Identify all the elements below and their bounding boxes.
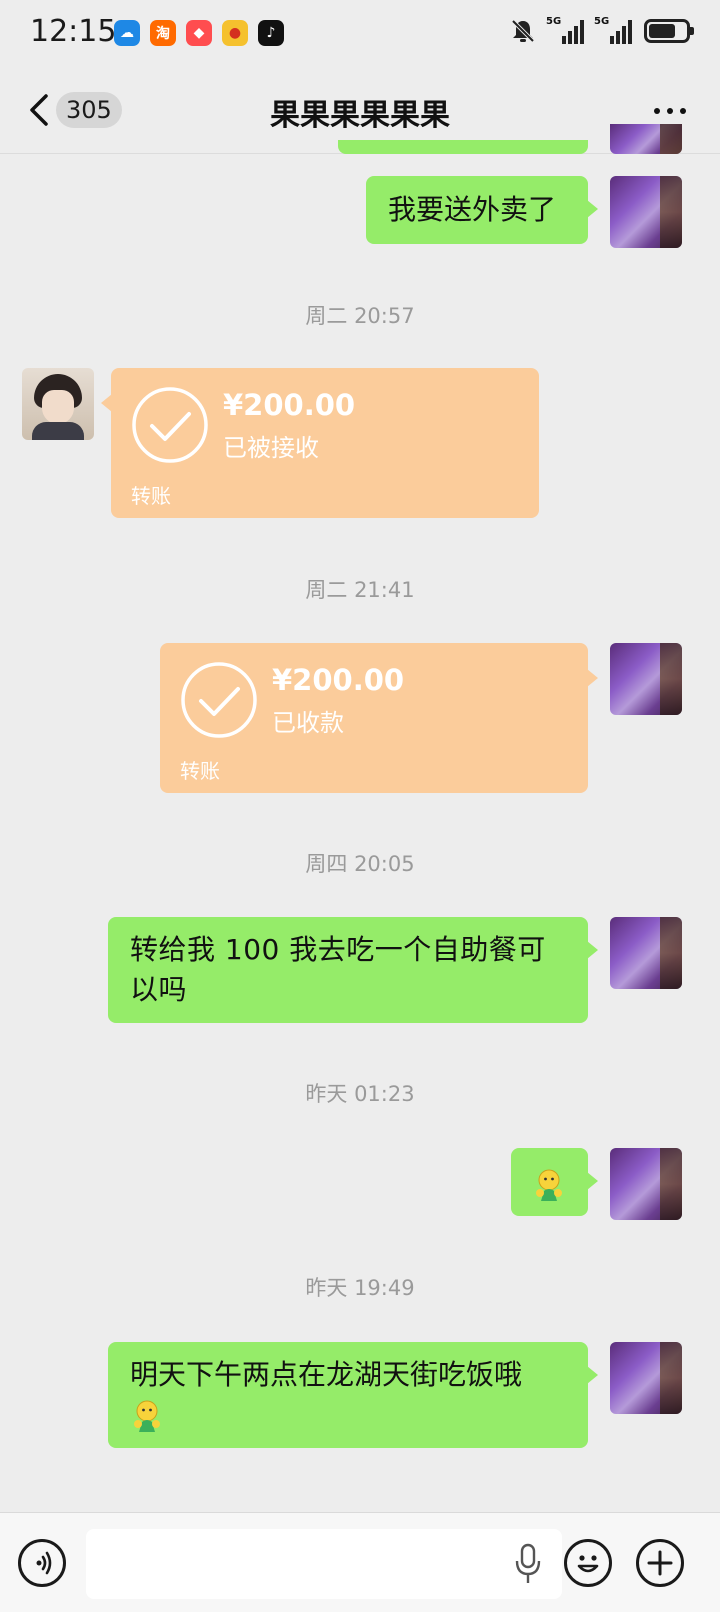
message-input[interactable]	[86, 1529, 562, 1599]
message-bubble-outgoing[interactable]: 转给我 100 我去吃一个自助餐可以吗	[108, 917, 598, 1023]
timestamp: 昨天 19:49	[305, 1276, 415, 1300]
transfer-card-received[interactable]: ¥200.00 已被接收 转账	[101, 368, 539, 518]
more-options-icon[interactable]	[654, 108, 686, 114]
transfer-status: 已收款	[272, 709, 344, 737]
emoji-button[interactable]	[564, 1539, 612, 1587]
message-text: 明天下午两点在龙湖天街吃饭哦	[130, 1358, 523, 1391]
plus-icon	[647, 1550, 673, 1576]
signal-icon-2: 5G	[594, 16, 632, 44]
taobao-icon: 淘	[150, 20, 176, 46]
status-time: 12:15	[30, 14, 117, 49]
message-text: 我要送外卖了	[388, 193, 557, 226]
network-type-1: 5G	[546, 16, 562, 27]
hug-emoji-icon	[536, 1169, 562, 1201]
input-bar	[0, 1512, 720, 1612]
my-avatar-partial[interactable]	[610, 124, 682, 154]
system-status: 5G 5G	[510, 16, 694, 44]
check-circle-icon	[132, 387, 208, 463]
notification-icons: ☁ 淘 ◆ ● ♪	[114, 20, 284, 46]
transfer-amount: ¥200.00	[272, 663, 405, 697]
battery-icon	[644, 19, 694, 43]
voice-toggle-button[interactable]	[18, 1539, 66, 1587]
message-bubble-outgoing[interactable]: 我要送外卖了	[366, 176, 598, 244]
my-avatar[interactable]	[610, 1148, 682, 1220]
hug-emoji-icon	[134, 1400, 160, 1432]
contact-avatar[interactable]	[22, 368, 94, 440]
timestamp: 周二 21:41	[305, 578, 415, 602]
transfer-amount: ¥200.00	[223, 388, 356, 422]
message-bubble-outgoing[interactable]	[511, 1148, 598, 1216]
smiley-icon	[577, 1555, 599, 1573]
my-avatar[interactable]	[610, 176, 682, 248]
more-functions-button[interactable]	[636, 1539, 684, 1587]
timestamp: 周二 20:57	[305, 304, 415, 328]
message-bubble-outgoing[interactable]: 明天下午两点在龙湖天街吃饭哦	[108, 1342, 598, 1448]
my-avatar[interactable]	[610, 917, 682, 989]
weather-icon: ☁	[114, 20, 140, 46]
my-avatar[interactable]	[610, 643, 682, 715]
timestamp: 昨天 01:23	[305, 1082, 415, 1106]
message-bubble-partial[interactable]	[338, 140, 588, 154]
shopping-bag-icon: ◆	[186, 20, 212, 46]
timestamp: 周四 20:05	[305, 852, 415, 876]
weibo-icon: ●	[222, 20, 248, 46]
transfer-label: 转账	[180, 759, 220, 783]
check-circle-icon	[181, 662, 257, 738]
status-bar: 12:15 ☁ 淘 ◆ ● ♪ 5G 5G	[0, 0, 720, 68]
voice-wave-icon	[36, 1551, 52, 1575]
my-avatar[interactable]	[610, 1342, 682, 1414]
transfer-card-sent[interactable]: ¥200.00 已收款 转账	[160, 643, 598, 793]
network-type-2: 5G	[594, 16, 610, 27]
transfer-label: 转账	[131, 484, 171, 508]
microphone-icon[interactable]	[514, 1543, 542, 1585]
mute-bell-icon	[511, 19, 535, 43]
signal-icon-1: 5G	[546, 16, 584, 44]
tiktok-icon: ♪	[258, 20, 284, 46]
message-text: 转给我 100 我去吃一个自助餐可以吗	[130, 933, 546, 1006]
transfer-status: 已被接收	[223, 434, 319, 462]
